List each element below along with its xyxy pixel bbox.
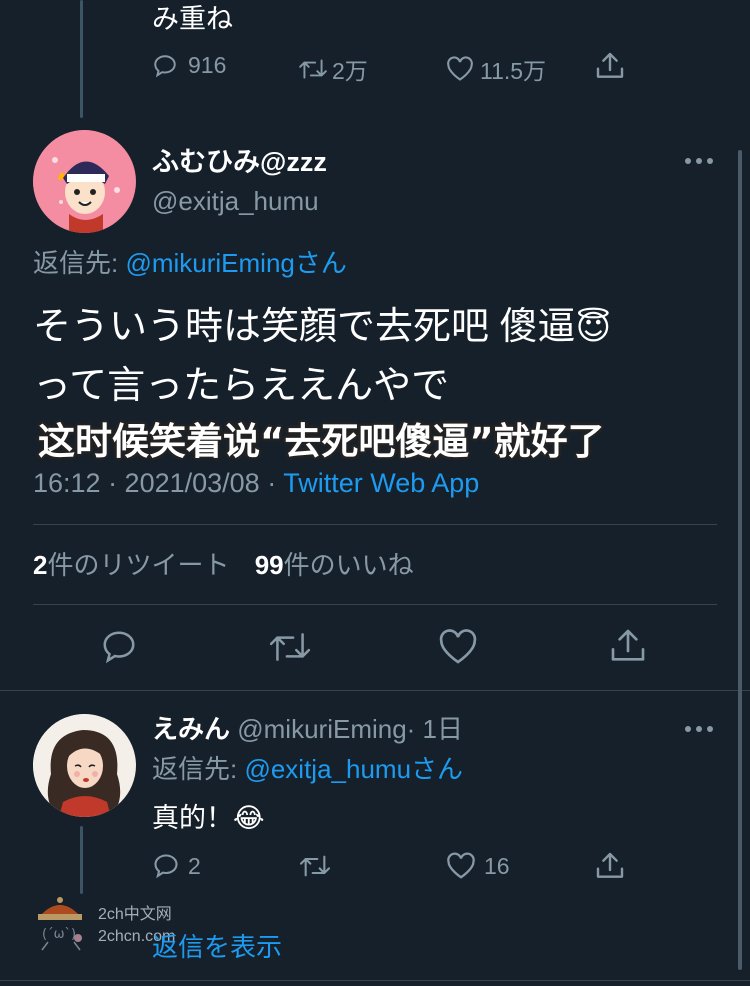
retweet-icon xyxy=(299,59,327,79)
reply-avatar[interactable] xyxy=(33,714,136,817)
reply-reply-to-suffix: さん xyxy=(411,754,464,784)
prev-reply-count: 916 xyxy=(188,52,227,78)
share-icon xyxy=(596,52,624,78)
prev-tweet-text: み重ね xyxy=(152,4,233,34)
retweet-icon xyxy=(299,855,331,877)
more-icon-dot xyxy=(685,158,691,164)
reply-to-line: 返信先: @mikuriEmingさん xyxy=(33,246,347,280)
reply-display-name[interactable]: えみん xyxy=(152,714,230,744)
reply-icon xyxy=(103,631,135,664)
divider xyxy=(0,980,750,981)
reply-like-count: 16 xyxy=(484,852,510,879)
share-icon xyxy=(611,629,645,661)
avatar[interactable] xyxy=(33,130,136,233)
engagement-stats: 2件のリツイート 99件のいいね xyxy=(33,548,414,582)
like-label: 件のいいね xyxy=(283,550,414,580)
reply-reply-count: 2 xyxy=(188,852,201,879)
reply-to-prefix: 返信先: xyxy=(33,248,126,278)
handle[interactable]: @exitja_humu xyxy=(152,185,319,217)
more-icon-dot xyxy=(707,158,713,164)
retweet-stat[interactable]: 2件のリツイート xyxy=(33,550,237,580)
reply-like-button[interactable]: 16 xyxy=(446,852,510,880)
laughing-emoji: 😂 xyxy=(233,803,265,833)
reply-reply-button[interactable]: 2 xyxy=(152,852,201,880)
translation-caption: 这时候笑着说“去死吧傻逼”就好了 xyxy=(38,420,605,463)
more-icon-dot xyxy=(696,158,702,164)
watermark-mascot: (´ω`) xyxy=(34,892,86,959)
reply-to-suffix: さん xyxy=(294,248,347,278)
mascot-icon: (´ω`) xyxy=(38,897,82,951)
divider xyxy=(0,690,750,691)
share-icon xyxy=(596,852,624,878)
reply-reply-to-handle-link[interactable]: @exitja_humu xyxy=(244,754,411,784)
reply-to-handle-link[interactable]: @mikuriEming xyxy=(125,248,294,278)
thread-connector-bottom xyxy=(80,826,83,894)
reply-text: 真的！😂 xyxy=(152,803,265,833)
prev-retweet-count: 2万 xyxy=(332,58,368,84)
reply-icon xyxy=(154,854,178,879)
retweet-label: 件のリツイート xyxy=(47,550,230,580)
reply-header: えみん @mikuriEming· 1日 xyxy=(152,712,463,746)
reply-avatar-illustration xyxy=(33,714,135,817)
more-icon-dot xyxy=(685,726,691,732)
like-total: 99 xyxy=(254,550,284,580)
display-name[interactable]: ふむひみ@zzz xyxy=(152,146,327,178)
svg-text:(´ω`): (´ω`) xyxy=(42,927,76,942)
scrollbar[interactable] xyxy=(738,150,742,970)
tweet-text-line1: そういう時は笑顔で去死吧 傻逼😇 xyxy=(33,306,612,348)
more-options-button[interactable] xyxy=(685,158,713,164)
timestamp-line: 16:12 · 2021/03/08 · Twitter Web App xyxy=(33,466,479,500)
more-icon-dot xyxy=(707,726,713,732)
divider xyxy=(33,524,717,525)
like-stat[interactable]: 99件のいいね xyxy=(255,550,414,580)
timestamp[interactable]: 16:12 · 2021/03/08 · xyxy=(33,468,283,498)
avatar-illustration xyxy=(33,130,135,233)
watermark-line1: 2ch中文网 xyxy=(98,906,172,923)
prev-reply-button[interactable]: 916 xyxy=(152,52,226,79)
main-reply-button[interactable] xyxy=(100,628,138,666)
retweet-icon xyxy=(269,633,311,661)
main-like-button[interactable] xyxy=(438,628,478,666)
prev-retweet-button[interactable]: 2万 xyxy=(298,52,368,86)
thread-connector-top xyxy=(80,0,83,118)
source-link[interactable]: Twitter Web App xyxy=(283,468,479,498)
heart-icon xyxy=(439,629,477,664)
main-retweet-button[interactable] xyxy=(268,628,312,666)
reply-icon xyxy=(154,54,176,77)
reply-time[interactable]: · 1日 xyxy=(407,714,463,744)
reply-handle[interactable]: @mikuriEming xyxy=(237,714,406,744)
retweet-total: 2 xyxy=(33,550,48,580)
heart-icon xyxy=(447,852,475,879)
more-icon-dot xyxy=(696,726,702,732)
main-share-button[interactable] xyxy=(608,626,648,666)
tweet-text: そういう時は笑顔で去死吧 傻逼😇 って言ったらええんやで xyxy=(33,298,611,415)
heart-icon xyxy=(447,56,473,81)
tweet-text-line2: って言ったらええんやで xyxy=(33,365,450,407)
reply-retweet-button[interactable] xyxy=(298,852,342,880)
reply-share-button[interactable] xyxy=(594,850,626,882)
prev-share-button[interactable] xyxy=(594,50,626,82)
prev-like-count: 11.5万 xyxy=(480,58,547,84)
reply-more-options-button[interactable] xyxy=(685,726,713,732)
halo-emoji: 😇 xyxy=(575,309,612,347)
divider xyxy=(33,604,717,605)
prev-like-button[interactable]: 11.5万 xyxy=(446,52,546,86)
show-replies-link[interactable]: 返信を表示 xyxy=(152,930,282,964)
reply-reply-to-line: 返信先: @exitja_humuさん xyxy=(152,752,463,786)
reply-reply-to-prefix: 返信先: xyxy=(152,754,245,784)
